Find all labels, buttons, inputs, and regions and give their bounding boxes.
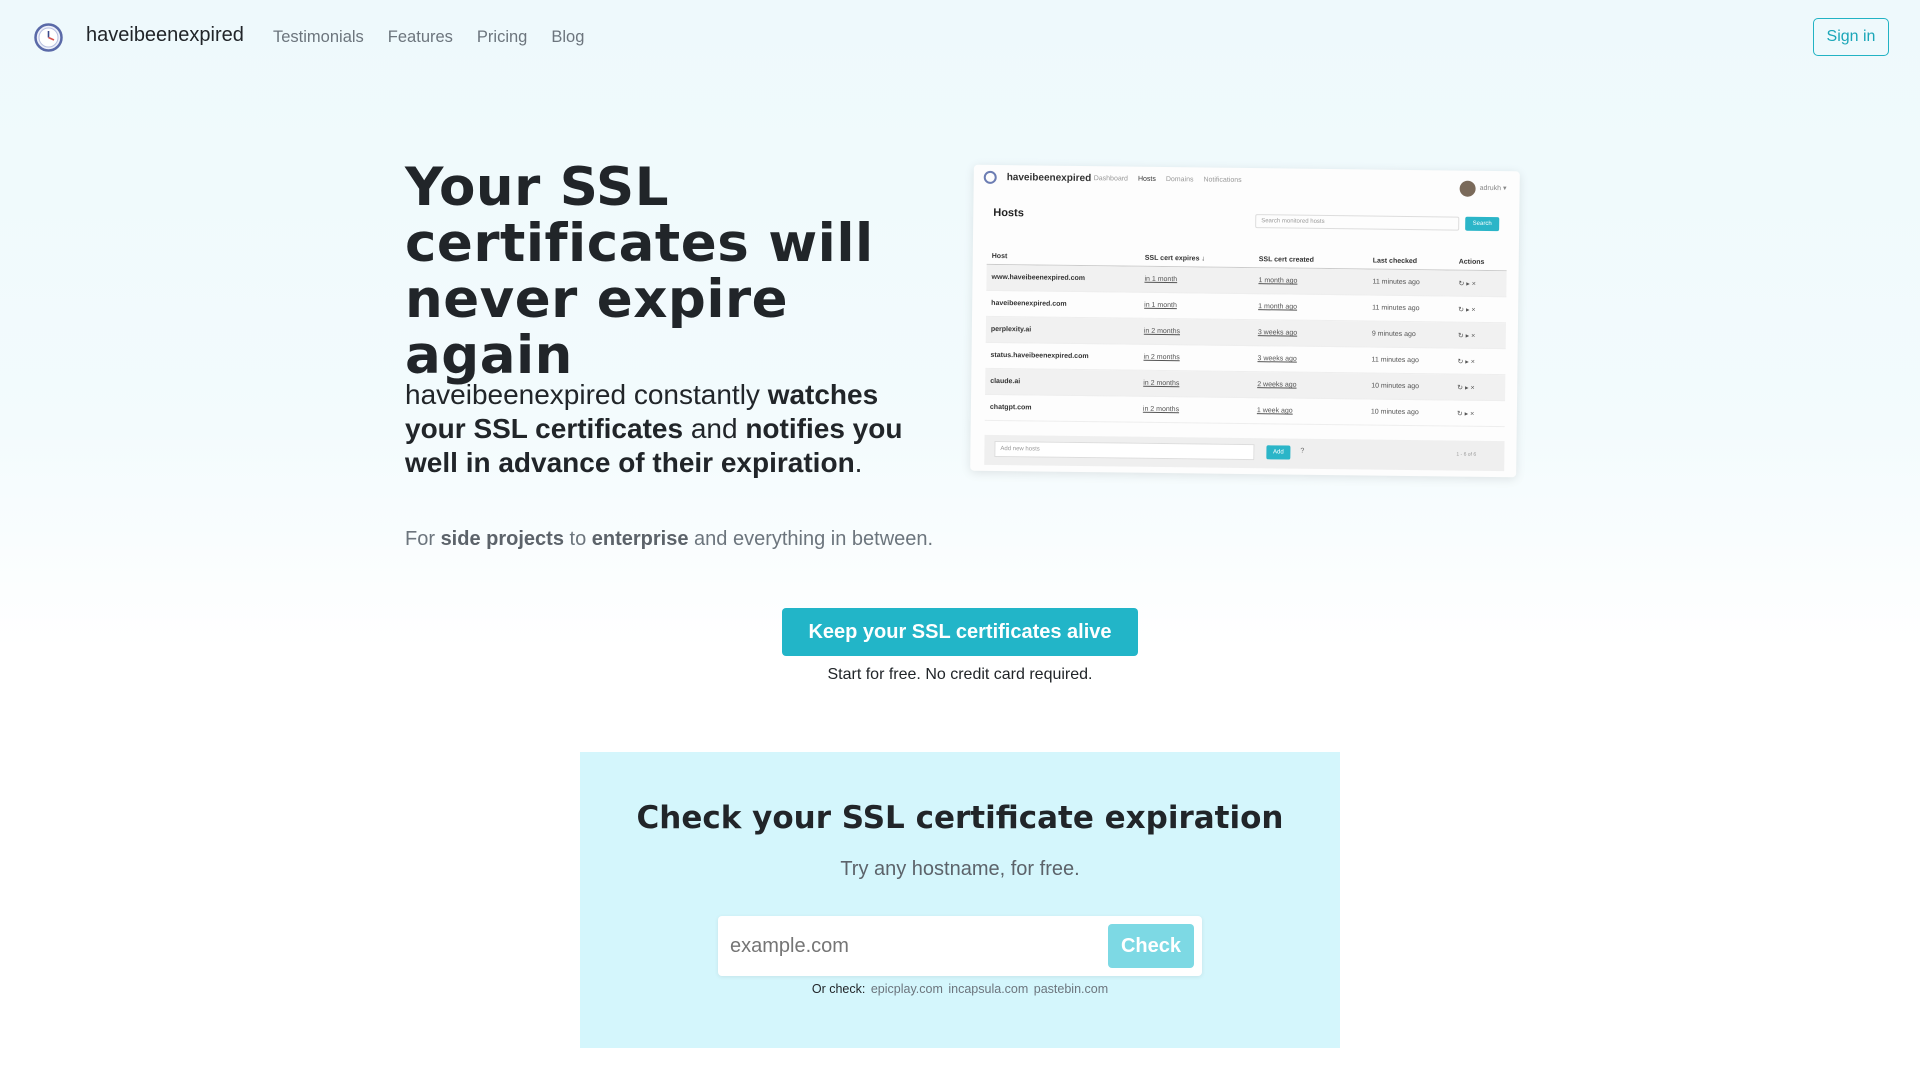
- preview-cell-host: status.haveibeenexpired.com: [990, 351, 1089, 361]
- preview-add-button: Add: [1266, 445, 1291, 460]
- preview-cell-checked: 11 minutes ago: [1372, 304, 1420, 313]
- hero-for-bold-1: side projects: [440, 528, 564, 550]
- preview-cell-host: www.haveibeenexpired.com: [991, 273, 1086, 283]
- hero-for-text-1: For: [405, 528, 441, 550]
- preview-pagination: 1 - 6 of 6: [1456, 451, 1477, 458]
- preview-add-bar: Add new hosts Add ? 1 - 6 of 6: [984, 434, 1505, 472]
- preview-brand: haveibeenexpired: [1006, 172, 1092, 185]
- dashboard-preview: haveibeenexpired Dashboard Hosts Domains…: [970, 164, 1520, 478]
- preview-nav: Dashboard Hosts Domains Notifications: [1094, 175, 1242, 184]
- suggestion-link[interactable]: pastebin.com: [1034, 982, 1108, 996]
- preview-cell-expires: in 1 month: [1144, 301, 1177, 310]
- hostname-input[interactable]: [718, 916, 1098, 976]
- top-navbar: haveibeenexpired Testimonials Features P…: [0, 0, 1920, 74]
- preview-cell-checked: 9 minutes ago: [1371, 330, 1416, 339]
- suggestion-link[interactable]: epicplay.com: [871, 982, 943, 996]
- nav-link-testimonials[interactable]: Testimonials: [273, 28, 364, 47]
- preview-cell-checked: 11 minutes ago: [1371, 356, 1419, 365]
- preview-hosts-table: Host SSL cert expires ↓ SSL cert created…: [984, 248, 1507, 428]
- hero-for-text-3: and everything in between.: [688, 528, 934, 550]
- preview-cell-expires: in 2 months: [1143, 353, 1180, 362]
- preview-cell-actions: ↻ ▸ ×: [1457, 384, 1475, 392]
- clock-logo-icon[interactable]: [34, 23, 63, 52]
- check-button[interactable]: Check: [1108, 924, 1194, 968]
- nav-link-pricing[interactable]: Pricing: [477, 28, 527, 47]
- preview-cell-host: perplexity.ai: [990, 325, 1032, 334]
- preview-cell-expires: in 2 months: [1143, 379, 1180, 388]
- preview-username: adrukh ▾: [1479, 184, 1507, 193]
- preview-col-created: SSL cert created: [1258, 256, 1314, 264]
- ssl-check-section: Check your SSL certificate expiration Tr…: [580, 752, 1340, 1048]
- preview-cell-created: 1 month ago: [1258, 277, 1298, 285]
- preview-cell-expires: in 1 month: [1144, 275, 1178, 284]
- preview-cell-checked: 10 minutes ago: [1371, 382, 1420, 391]
- check-subtitle: Try any hostname, for free.: [840, 858, 1080, 880]
- check-title: Check your SSL certificate expiration: [636, 800, 1284, 836]
- preview-cell-expires: in 2 months: [1143, 327, 1181, 336]
- preview-cell-created: 1 month ago: [1258, 303, 1298, 311]
- check-form: Check: [718, 916, 1202, 976]
- brand-name[interactable]: haveibeenexpired: [86, 24, 244, 47]
- preview-cell-expires: in 2 months: [1142, 405, 1180, 414]
- preview-cell-created: 1 week ago: [1256, 407, 1293, 415]
- preview-cell-actions: ↻ ▸ ×: [1456, 410, 1475, 418]
- preview-cell-created: 2 weeks ago: [1257, 381, 1297, 389]
- preview-cell-actions: ↻ ▸ ×: [1457, 358, 1475, 366]
- hero-sub-text-3: .: [854, 447, 863, 478]
- preview-logo-icon: [983, 170, 997, 184]
- preview-col-checked: Last checked: [1372, 257, 1418, 266]
- preview-search-input: Search monitored hosts: [1255, 214, 1460, 231]
- preview-cell-actions: ↻ ▸ ×: [1458, 280, 1476, 288]
- nav-link-features[interactable]: Features: [388, 28, 453, 47]
- preview-col-actions: Actions: [1458, 258, 1485, 266]
- hero-for-text-2: to: [563, 528, 592, 550]
- suggestion-link[interactable]: incapsula.com: [948, 982, 1028, 996]
- hero-sub-text-2: and: [683, 413, 746, 444]
- keep-alive-cta-button[interactable]: Keep your SSL certificates alive: [782, 608, 1138, 656]
- preview-search-button: Search: [1465, 216, 1500, 232]
- preview-add-input: Add new hosts: [994, 440, 1255, 461]
- hero-title: Your SSL certificates will never expire …: [405, 157, 874, 386]
- preview-cell-actions: ↻ ▸ ×: [1457, 332, 1476, 340]
- suggested-hosts: Or check: epicplay.com incapsula.com pas…: [580, 982, 1340, 996]
- nav-links: Testimonials Features Pricing Blog: [273, 28, 608, 47]
- preview-avatar: [1459, 180, 1476, 197]
- hero-for-bold-2: enterprise: [591, 528, 689, 550]
- preview-cell-checked: 10 minutes ago: [1370, 408, 1419, 417]
- preview-help-icon: ?: [1300, 447, 1305, 455]
- preview-table-body: www.haveibeenexpired.com in 1 month 1 mont…: [984, 264, 1507, 428]
- preview-cell-host: chatgpt.com: [989, 403, 1032, 412]
- preview-nav-item: Hosts: [1137, 175, 1156, 183]
- preview-heading: Hosts: [993, 206, 1024, 220]
- hero-audience: For side projects to enterprise and ever…: [405, 528, 1005, 551]
- preview-username-text: adrukh: [1479, 184, 1502, 193]
- preview-nav-item: Notifications: [1203, 176, 1242, 184]
- preview-cell-created: 3 weeks ago: [1257, 355, 1297, 363]
- cta-note: Start for free. No credit card required.: [827, 666, 1093, 683]
- hero-subtitle: haveibeenexpired constantly watches your…: [405, 378, 945, 480]
- preview-col-expires: SSL cert expires ↓: [1144, 254, 1205, 263]
- preview-cell-actions: ↻ ▸ ×: [1458, 306, 1476, 314]
- or-check-label: Or check:: [811, 982, 866, 996]
- preview-nav-item: Domains: [1165, 176, 1194, 184]
- preview-cell-host: haveibeenexpired.com: [991, 299, 1067, 308]
- nav-link-blog[interactable]: Blog: [551, 28, 584, 47]
- preview-nav-item: Dashboard: [1093, 175, 1129, 183]
- hero-sub-text-1: haveibeenexpired constantly: [405, 379, 768, 410]
- preview-cell-host: claude.ai: [990, 377, 1021, 386]
- preview-table-row: chatgpt.com in 2 months 1 week ago 10 minut…: [984, 394, 1506, 428]
- preview-cell-checked: 11 minutes ago: [1372, 278, 1420, 287]
- sign-in-button[interactable]: Sign in: [1813, 18, 1889, 56]
- preview-cell-created: 3 weeks ago: [1257, 329, 1298, 337]
- preview-col-host: Host: [991, 252, 1008, 261]
